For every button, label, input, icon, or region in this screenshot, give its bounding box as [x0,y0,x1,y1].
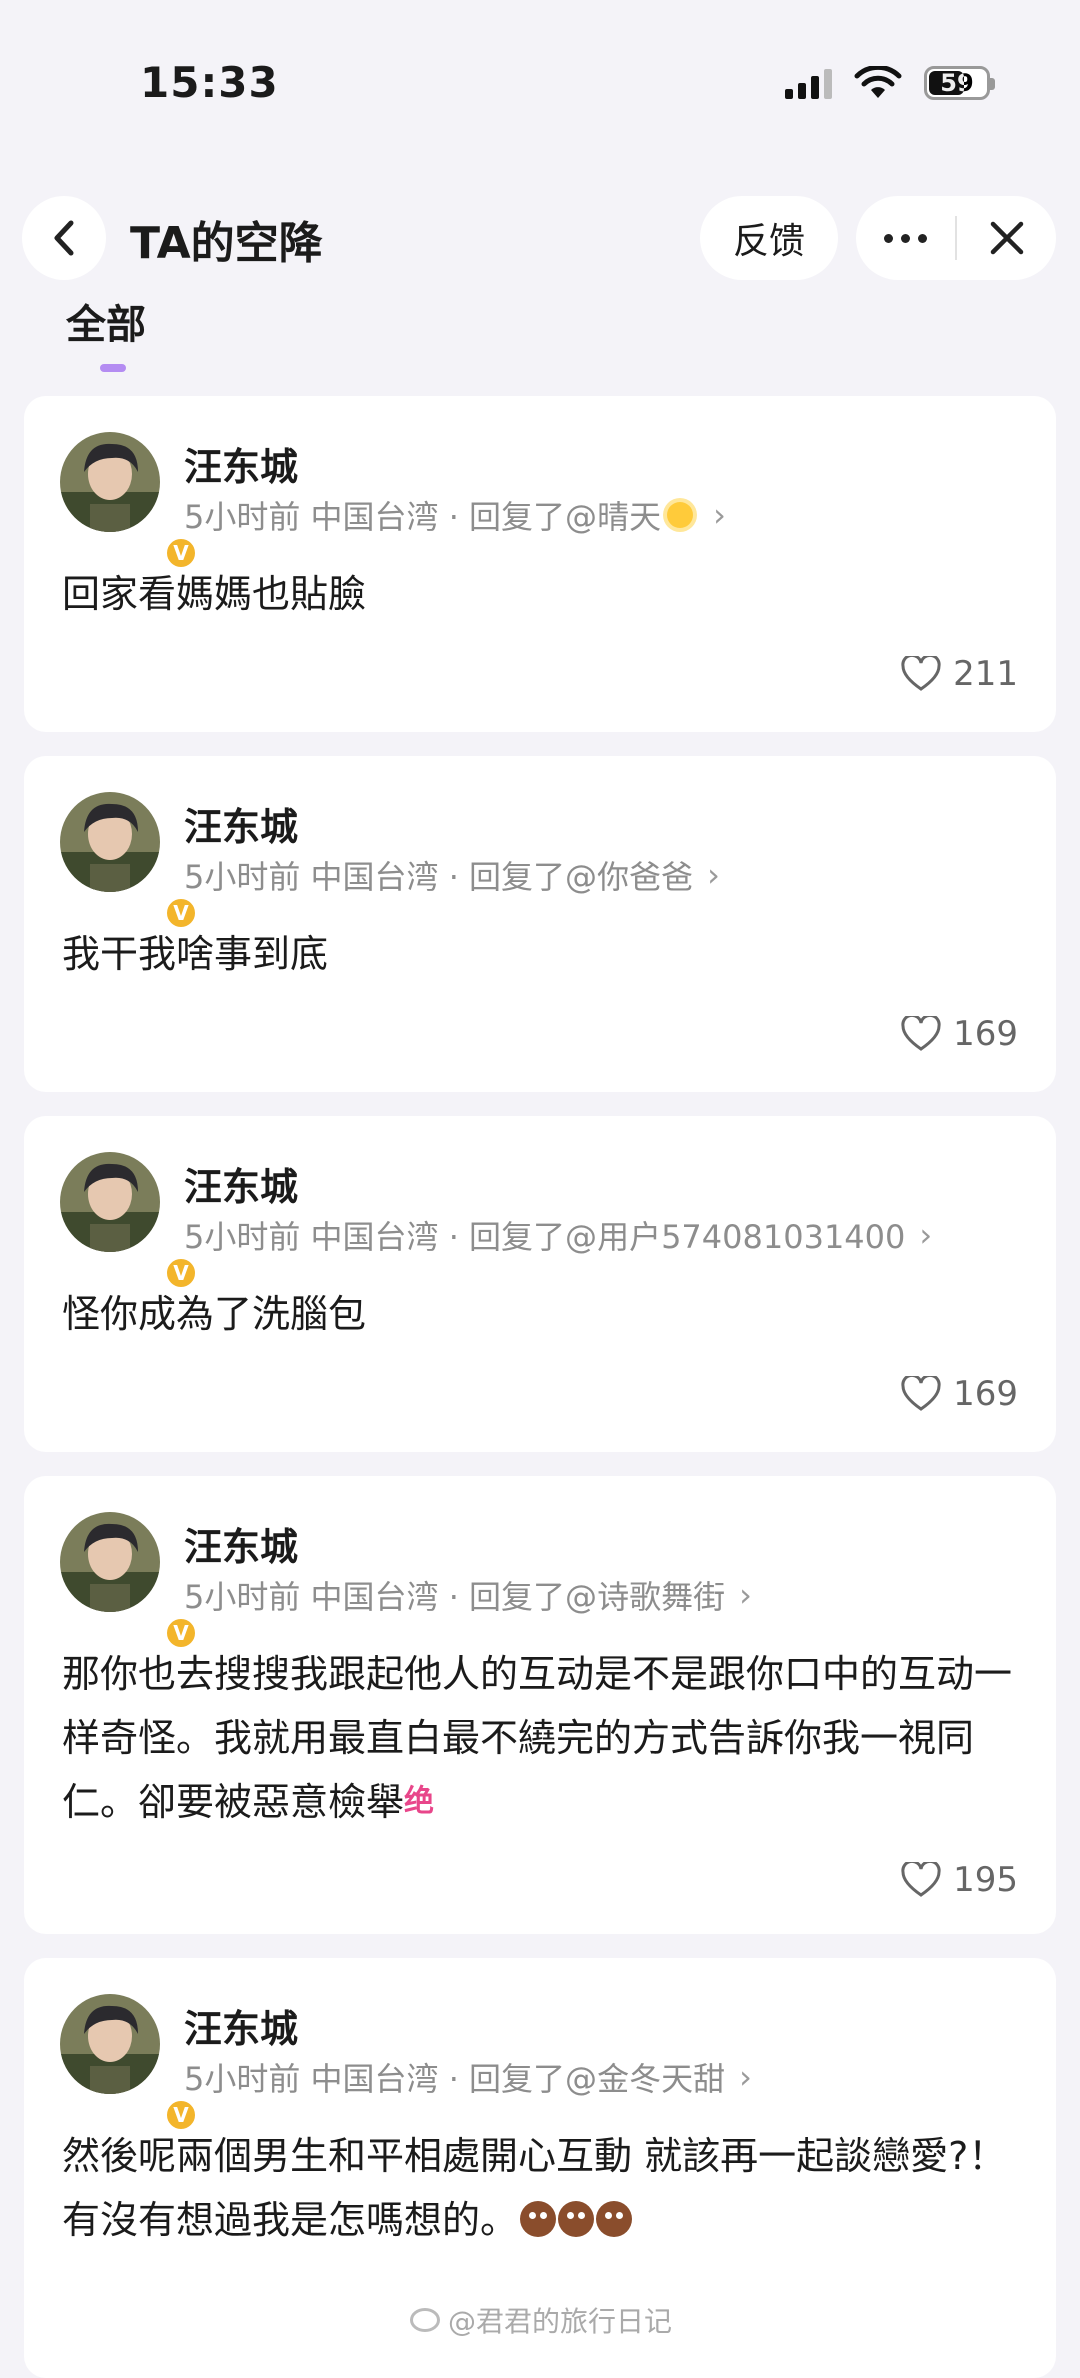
page-title: TA的空降 [130,218,323,269]
back-button[interactable] [22,196,106,280]
avatar[interactable]: V [60,1994,198,2132]
more-button[interactable] [856,196,955,280]
like-button[interactable]: 169 [901,1374,1018,1414]
like-count: 195 [953,1860,1018,1900]
like-count: 169 [953,1014,1018,1054]
reply-to: 晴天 [597,498,662,536]
chevron-right-icon: › [713,496,726,534]
watermark: @君君的旅行日记 [410,2300,672,2340]
wifi-icon [854,66,902,98]
like-button[interactable]: 195 [901,1860,1018,1900]
meta-prefix: 5小时前 中国台湾 · 回复了@ [184,2060,598,2098]
post-card[interactable]: V 汪东城 5小时前 中国台湾 · 回复了@ 用户574081031400 › … [24,1116,1056,1452]
close-button[interactable] [957,196,1056,280]
chevron-right-icon: › [739,2058,752,2096]
mini-program-capsule [856,196,1056,280]
close-icon [990,221,1023,255]
reply-to: 诗歌舞街 [597,1578,726,1616]
cellular-signal-icon [785,67,832,99]
username[interactable]: 汪东城 [184,796,298,851]
reply-to: 用户574081031400 [597,1218,906,1256]
meta-prefix: 5小时前 中国台湾 · 回复了@ [184,1218,598,1256]
username[interactable]: 汪东城 [184,1998,298,2053]
username[interactable]: 汪东城 [184,1156,298,1211]
avatar[interactable]: V [60,1512,198,1650]
poop-emoji-icon [596,2201,633,2237]
like-count: 169 [953,1374,1018,1414]
status-time: 15:33 [140,58,279,107]
sun-emoji-icon [667,502,694,528]
post-meta[interactable]: 5小时前 中国台湾 · 回复了@ 诗歌舞街 › [184,1572,752,1618]
avatar[interactable]: V [60,792,198,930]
heart-icon [901,1862,941,1897]
tab-all[interactable]: 全部 [66,292,146,350]
post-content: 那你也去搜搜我跟起他人的互动是不是跟你口中的互动一样奇怪。我就用最直白最不繞完的… [62,1642,1022,1834]
poop-emoji-icon [558,2201,595,2237]
heart-icon [901,1376,941,1411]
post-meta[interactable]: 5小时前 中国台湾 · 回复了@ 晴天 › [184,492,726,538]
post-content: 回家看媽媽也貼臉 [62,572,367,616]
meta-prefix: 5小时前 中国台湾 · 回复了@ [184,1578,598,1616]
poop-emoji-icon [520,2201,557,2237]
heart-icon [901,1016,941,1051]
post-content: 怪你成為了洗腦包 [62,1292,367,1336]
chevron-right-icon: › [739,1576,752,1614]
like-button[interactable]: 211 [901,654,1018,694]
post-meta[interactable]: 5小时前 中国台湾 · 回复了@ 用户574081031400 › [184,1212,932,1258]
tab-active-indicator [100,364,126,372]
battery-icon: 59 [924,66,995,100]
battery-level: 59 [940,69,974,97]
feedback-button[interactable]: 反馈 [700,196,838,280]
meta-prefix: 5小时前 中国台湾 · 回复了@ [184,858,598,896]
heart-icon [901,656,941,691]
post-content: 然後呢兩個男生和平相處開心互動 就該再一起談戀愛?！有沒有想過我是怎嗎想的。 [62,2124,1022,2252]
post-card[interactable]: V 汪东城 5小时前 中国台湾 · 回复了@ 诗歌舞街 › 那你也去搜搜我跟起他… [24,1476,1056,1934]
jue-sticker: 绝 [404,1784,435,1819]
like-button[interactable]: 169 [901,1014,1018,1054]
watermark-text: @君君的旅行日记 [448,2305,673,2338]
post-meta[interactable]: 5小时前 中国台湾 · 回复了@ 你爸爸 › [184,852,720,898]
post-meta[interactable]: 5小时前 中国台湾 · 回复了@ 金冬天甜 › [184,2054,752,2100]
username[interactable]: 汪东城 [184,436,298,491]
like-count: 211 [953,654,1018,694]
post-card[interactable]: V 汪东城 5小时前 中国台湾 · 回复了@ 你爸爸 › 我干我啥事到底 169 [24,756,1056,1092]
avatar[interactable]: V [60,1152,198,1290]
more-dots-icon [884,233,927,243]
reply-to: 你爸爸 [597,858,694,896]
status-icons: 59 [785,66,995,100]
post-text: 那你也去搜搜我跟起他人的互动是不是跟你口中的互动一样奇怪。我就用最直白最不繞完的… [62,1652,1013,1824]
post-card[interactable]: V 汪东城 5小时前 中国台湾 · 回复了@ 晴天 › 回家看媽媽也貼臉 211 [24,396,1056,732]
chevron-left-icon [54,220,74,256]
chevron-right-icon: › [919,1216,933,1254]
reply-to: 金冬天甜 [597,2060,726,2098]
post-content: 我干我啥事到底 [62,932,329,976]
chevron-right-icon: › [707,856,720,894]
avatar[interactable]: V [60,432,198,570]
meta-prefix: 5小时前 中国台湾 · 回复了@ [184,498,598,536]
weibo-logo-icon [410,2308,440,2332]
username[interactable]: 汪东城 [184,1516,298,1571]
